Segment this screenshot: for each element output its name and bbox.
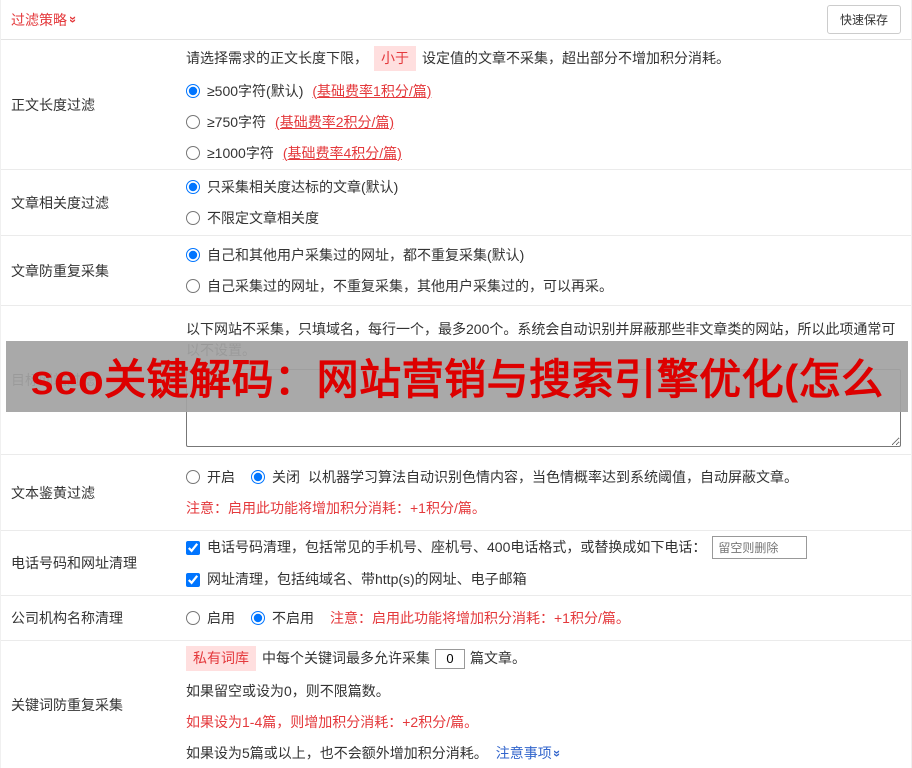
page-title: 过滤策略 [11, 11, 67, 28]
dedup-all-radio[interactable] [186, 248, 200, 262]
private-lexicon-badge: 私有词库 [186, 646, 256, 671]
desc-prefix: 请选择需求的正文长度下限， [186, 49, 368, 66]
porn-filter-content: 开启 关闭 以机器学习算法自动识别色情内容，当色情概率达到系统阈值，自动屏蔽文章… [176, 455, 911, 530]
radio-option-porn-on[interactable]: 开启 [186, 467, 235, 488]
chevron-down-icon: » [549, 749, 565, 758]
keyword-line4-text: 如果设为5篇或以上，也不会额外增加积分消耗。 [186, 745, 488, 761]
notes-link[interactable]: 注意事项 » [495, 743, 565, 764]
radio-option-company-off[interactable]: 不启用 [251, 608, 314, 629]
radio-option-length-500[interactable]: ≥500字符(默认) (基础费率1积分/篇) [186, 81, 431, 102]
length-1000-radio[interactable] [186, 146, 200, 160]
porn-on-radio[interactable] [186, 470, 200, 484]
watermark-banner: seo关键解码：网站营销与搜索引擎优化(怎么 [6, 341, 908, 412]
checkbox-option-phone-cleanup[interactable]: 电话号码清理，包括常见的手机号、座机号、400电话格式，或替换成如下电话： [186, 537, 706, 558]
option-text: 不启用 [272, 609, 314, 626]
radio-option-length-1000[interactable]: ≥1000字符 (基础费率4积分/篇) [186, 143, 402, 164]
replacement-phone-input[interactable] [712, 536, 808, 559]
radio-option-porn-off[interactable]: 关闭 [251, 467, 300, 488]
option-text: 关闭 [272, 468, 300, 485]
company-off-radio[interactable] [251, 611, 265, 625]
row-keyword-dedup: 关键词防重复采集 私有词库 中每个关键词最多允许采集 篇文章。 如果留空或设为0… [1, 641, 911, 768]
filter-strategy-toggle[interactable]: 过滤策略 » [11, 10, 82, 30]
company-label: 公司机构名称清理 [11, 610, 123, 626]
dedup-content: 自己和其他用户采集过的网址，都不重复采集(默认) 自己采集过的网址，不重复采集，… [176, 236, 911, 305]
radio-option-company-on[interactable]: 启用 [186, 608, 235, 629]
option-fee: (基础费率4积分/篇) [282, 144, 402, 161]
page-header: 过滤策略 » 快速保存 [1, 0, 911, 40]
porn-filter-note: 注意：启用此功能将增加积分消耗：+1积分/篇。 [186, 499, 486, 516]
row-porn-filter: 文本鉴黄过滤 开启 关闭 以机器学习算法自动识别色情内容，当色情概率达到系统阈值… [1, 455, 911, 531]
option-fee: (基础费率1积分/篇) [312, 82, 432, 99]
phone-url-content: 电话号码清理，包括常见的手机号、座机号、400电话格式，或替换成如下电话： 网址… [176, 531, 911, 595]
url-cleanup-checkbox[interactable] [186, 572, 200, 587]
keyword-content: 私有词库 中每个关键词最多允许采集 篇文章。 如果留空或设为0，则不限篇数。 如… [176, 641, 911, 768]
radio-option-dedup-all[interactable]: 自己和其他用户采集过的网址，都不重复采集(默认) [186, 245, 524, 266]
relevance-label: 文章相关度过滤 [11, 194, 109, 211]
keyword-line3: 如果设为1-4篇，则增加积分消耗：+2积分/篇。 [186, 714, 479, 730]
quick-save-button[interactable]: 快速保存 [826, 5, 901, 34]
option-fee: (基础费率2积分/篇) [275, 113, 395, 130]
relevance-any-radio[interactable] [186, 211, 200, 225]
row-relevance: 文章相关度过滤 只采集相关度达标的文章(默认) 不限定文章相关度 [1, 170, 911, 236]
company-content: 启用 不启用 注意：启用此功能将增加积分消耗：+1积分/篇。 [176, 596, 911, 640]
content-length-desc: 请选择需求的正文长度下限， 小于 设定值的文章不采集，超出部分不增加积分消耗。 [186, 45, 901, 71]
row-content-length: 正文长度过滤 请选择需求的正文长度下限， 小于 设定值的文章不采集，超出部分不增… [1, 40, 911, 170]
option-text: ≥750字符 [207, 113, 267, 130]
dedup-own-radio[interactable] [186, 279, 200, 293]
radio-option-dedup-own[interactable]: 自己采集过的网址，不重复采集，其他用户采集过的，可以再采。 [186, 276, 613, 297]
radio-option-relevance-any[interactable]: 不限定文章相关度 [186, 208, 319, 229]
porn-off-radio[interactable] [251, 470, 265, 484]
filter-strategy-page: 过滤策略 » 快速保存 正文长度过滤 请选择需求的正文长度下限， 小于 设定值的… [0, 0, 912, 768]
option-text: 只采集相关度达标的文章(默认) [207, 178, 399, 195]
option-text: 电话号码清理，包括常见的手机号、座机号、400电话格式，或替换成如下电话： [207, 539, 707, 555]
company-note: 注意：启用此功能将增加积分消耗：+1积分/篇。 [330, 609, 630, 626]
chevron-down-icon: » [66, 15, 82, 24]
notes-link-text: 注意事项 [495, 745, 552, 761]
option-text: ≥1000字符 [207, 144, 274, 161]
option-text: ≥500字符(默认) [207, 82, 304, 99]
content-length-label: 正文长度过滤 [11, 96, 95, 113]
keyword-line2: 如果留空或设为0，则不限篇数。 [186, 683, 390, 699]
option-text: 启用 [207, 609, 235, 626]
radio-option-length-750[interactable]: ≥750字符 (基础费率2积分/篇) [186, 112, 394, 133]
row-company-cleanup: 公司机构名称清理 启用 不启用 注意：启用此功能将增加积分消耗：+1积分/篇。 [1, 596, 911, 641]
company-on-radio[interactable] [186, 611, 200, 625]
keyword-label: 关键词防重复采集 [11, 697, 123, 713]
length-500-radio[interactable] [186, 84, 200, 98]
dedup-label: 文章防重复采集 [11, 262, 109, 279]
phone-url-label: 电话号码和网址清理 [11, 555, 137, 571]
option-text: 自己和其他用户采集过的网址，都不重复采集(默认) [207, 246, 525, 263]
option-text: 不限定文章相关度 [207, 209, 319, 226]
row-dedup: 文章防重复采集 自己和其他用户采集过的网址，都不重复采集(默认) 自己采集过的网… [1, 236, 911, 306]
radio-option-relevance-strict[interactable]: 只采集相关度达标的文章(默认) [186, 177, 398, 198]
option-text: 网址清理，包括纯域名、带http(s)的网址、电子邮箱 [207, 571, 527, 587]
option-text: 开启 [207, 468, 235, 485]
content-length-content: 请选择需求的正文长度下限， 小于 设定值的文章不采集，超出部分不增加积分消耗。 … [176, 40, 911, 169]
option-text: 自己采集过的网址，不重复采集，其他用户采集过的，可以再采。 [207, 277, 613, 294]
checkbox-option-url-cleanup[interactable]: 网址清理，包括纯域名、带http(s)的网址、电子邮箱 [186, 569, 527, 590]
less-than-badge: 小于 [374, 45, 416, 71]
relevance-content: 只采集相关度达标的文章(默认) 不限定文章相关度 [176, 170, 911, 235]
keyword-line1-suffix: 篇文章。 [470, 650, 526, 666]
relevance-strict-radio[interactable] [186, 180, 200, 194]
phone-cleanup-checkbox[interactable] [186, 540, 200, 555]
length-750-radio[interactable] [186, 115, 200, 129]
max-articles-input[interactable] [435, 648, 465, 669]
desc-suffix: 设定值的文章不采集，超出部分不增加积分消耗。 [422, 49, 730, 66]
porn-filter-desc: 以机器学习算法自动识别色情内容，当色情概率达到系统阈值，自动屏蔽文章。 [308, 468, 798, 485]
porn-filter-label: 文本鉴黄过滤 [11, 484, 95, 501]
row-phone-url-cleanup: 电话号码和网址清理 电话号码清理，包括常见的手机号、座机号、400电话格式，或替… [1, 531, 911, 596]
keyword-line1-text: 中每个关键词最多允许采集 [262, 650, 430, 666]
